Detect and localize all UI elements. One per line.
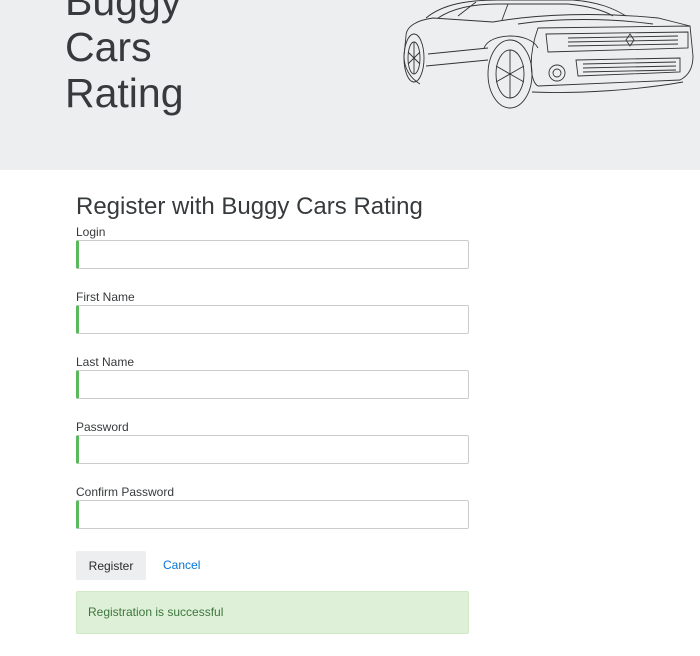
confirm-password-label: Confirm Password [76,485,175,499]
brand-line-1: Buggy [65,0,182,24]
header-banner: Buggy Cars Rating [0,0,700,170]
registration-form: Register with Buggy Cars Rating Login Fi… [76,190,469,529]
login-label: Login [76,225,106,239]
last-name-field-group: Last Name [76,354,469,399]
car-illustration-icon [403,0,694,109]
brand-title[interactable]: Buggy Cars Rating [65,0,265,116]
register-button[interactable]: Register [76,551,146,580]
first-name-field-group: First Name [76,289,469,334]
last-name-input[interactable] [76,370,469,399]
confirm-password-input[interactable] [76,500,469,529]
password-label: Password [76,420,129,434]
form-title: Register with Buggy Cars Rating [76,193,423,220]
last-name-label: Last Name [76,355,135,369]
cancel-link[interactable]: Cancel [163,558,200,572]
first-name-input[interactable] [76,305,469,334]
brand-line-3: Rating [65,70,184,116]
first-name-label: First Name [76,290,135,304]
password-field-group: Password [76,419,469,464]
confirm-password-field-group: Confirm Password [76,484,469,529]
success-alert: Registration is successful [76,591,469,634]
login-input[interactable] [76,240,469,269]
password-input[interactable] [76,435,469,464]
brand-line-2: Cars [65,24,152,70]
login-field-group: Login [76,224,469,269]
